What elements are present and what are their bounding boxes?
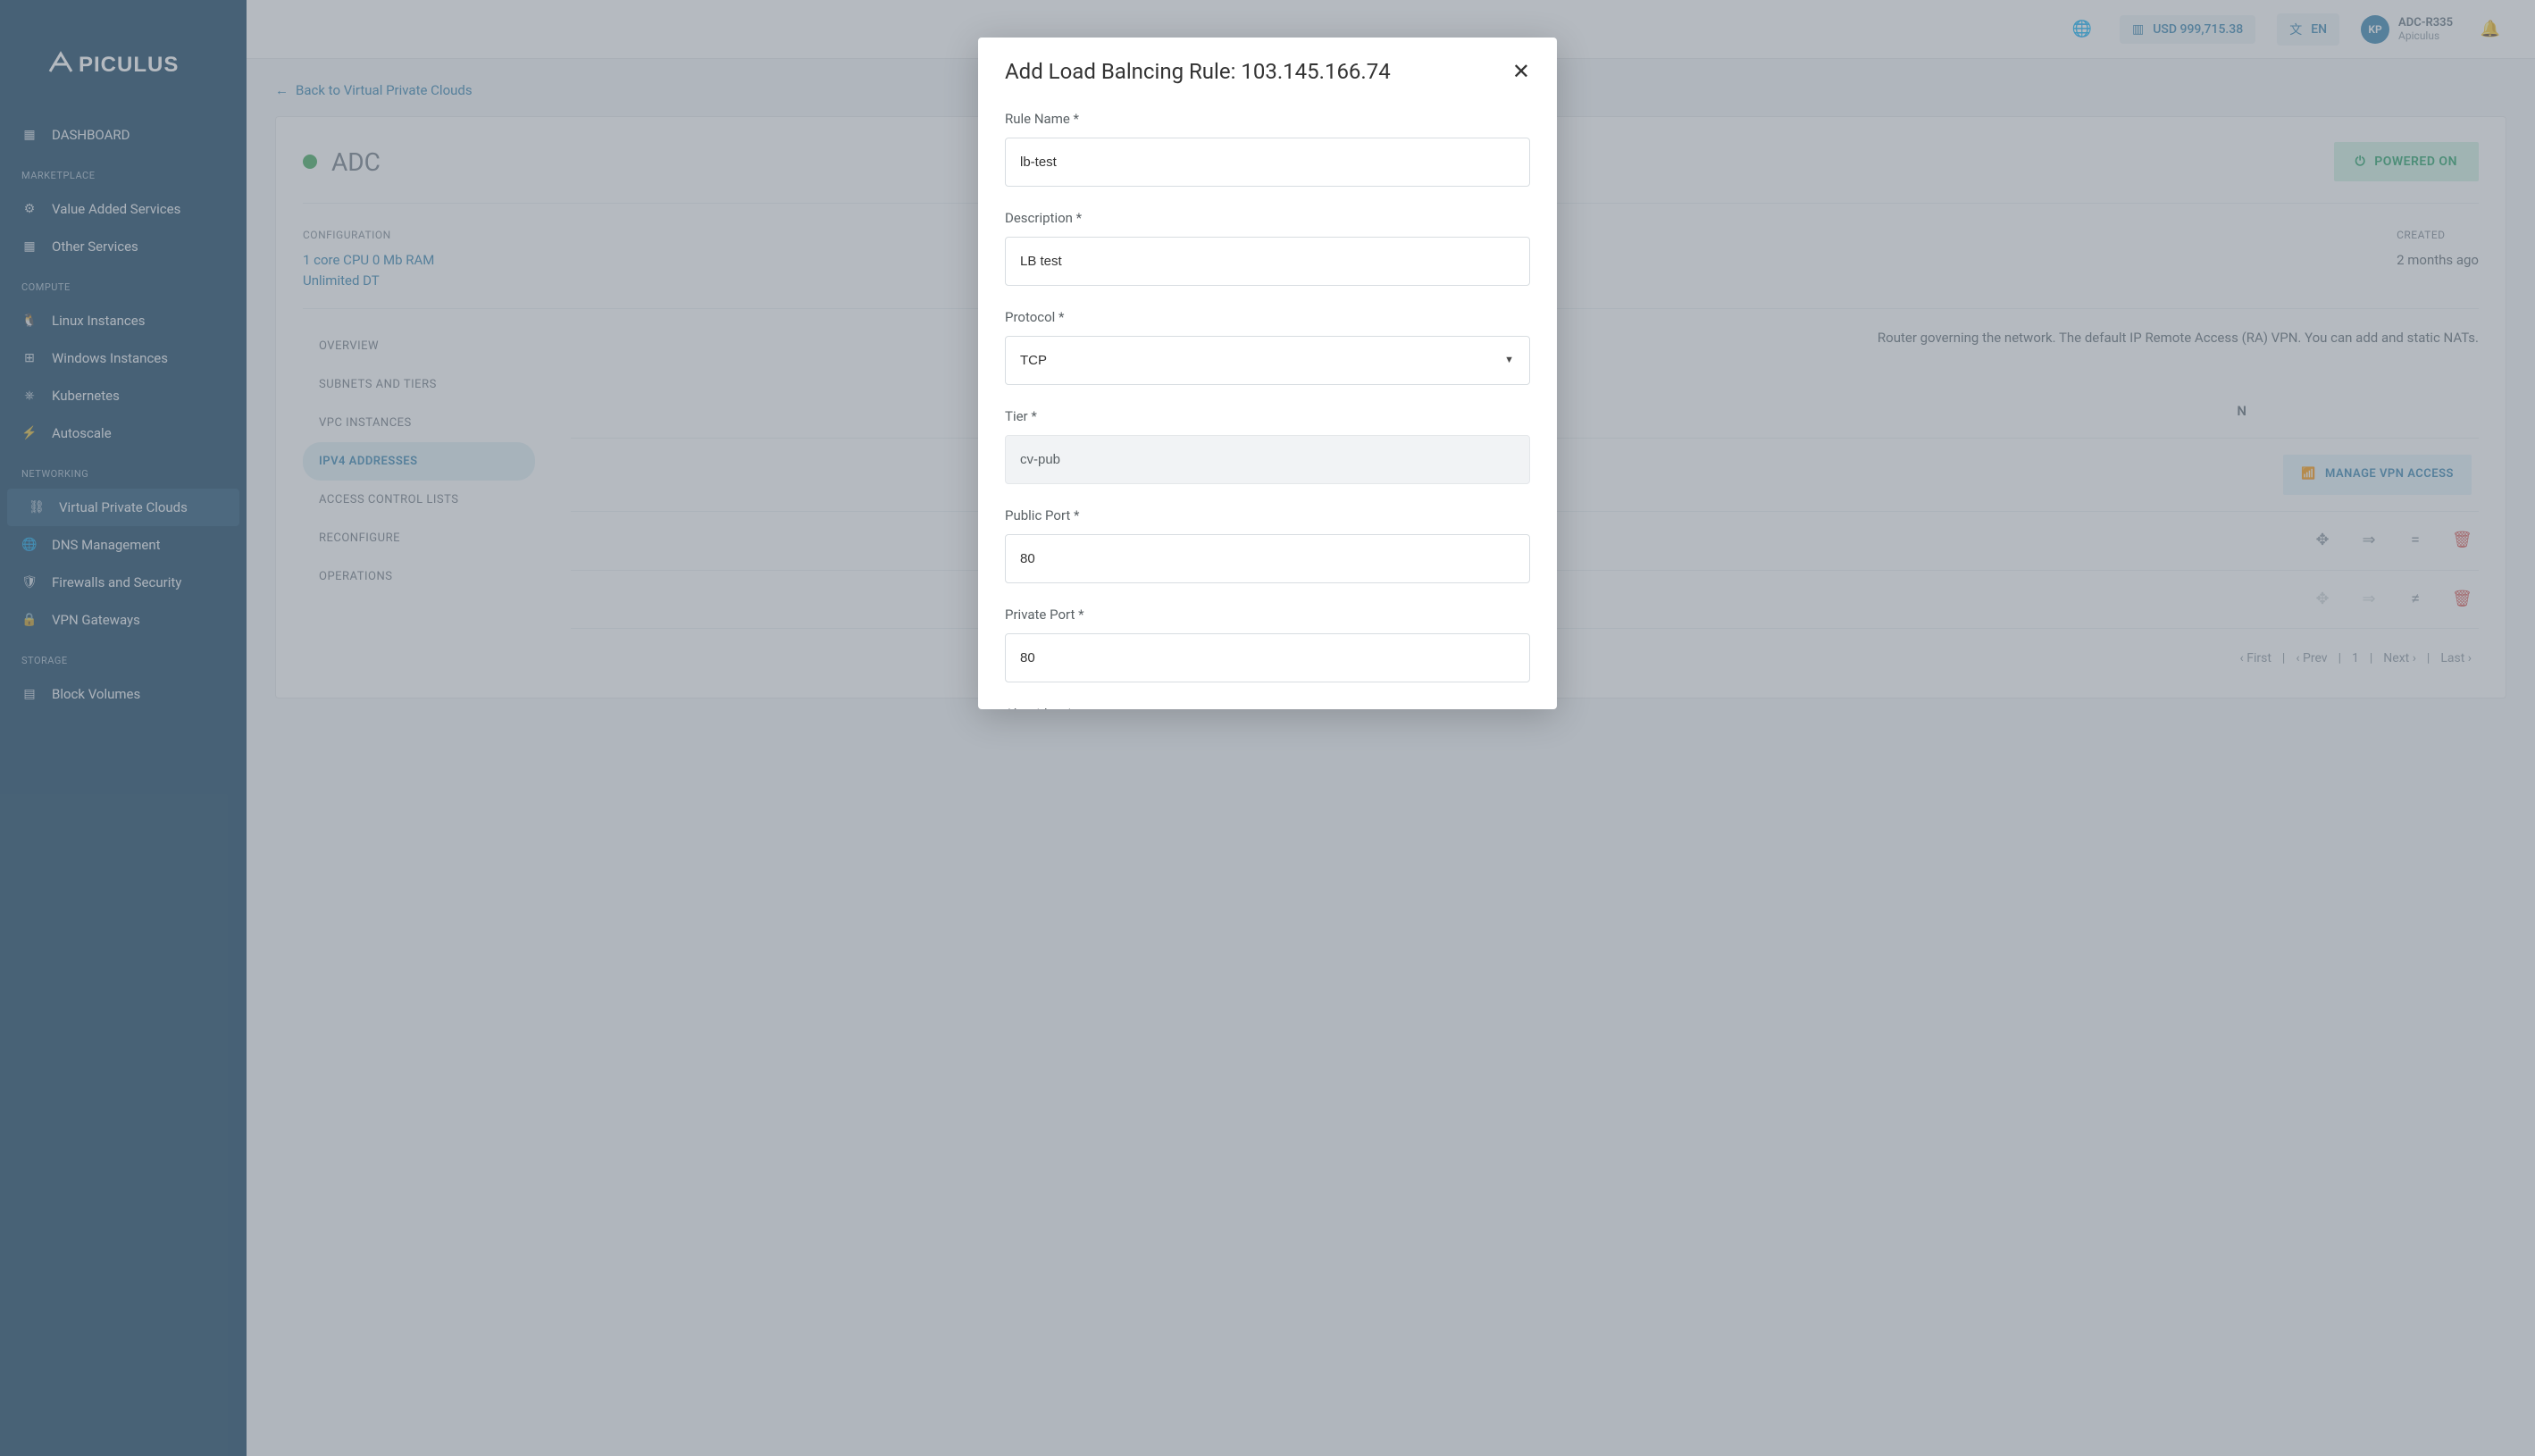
protocol-select[interactable] (1005, 336, 1530, 385)
label-description: Description * (1005, 210, 1530, 226)
tier-input (1005, 435, 1530, 484)
label-private-port: Private Port * (1005, 607, 1530, 623)
modal-title: Add Load Balncing Rule: 103.145.166.74 (1005, 59, 1391, 84)
label-protocol: Protocol * (1005, 309, 1530, 325)
close-icon[interactable]: ✕ (1512, 59, 1530, 84)
label-rule-name: Rule Name * (1005, 111, 1530, 127)
public-port-input[interactable] (1005, 534, 1530, 583)
rule-name-input[interactable] (1005, 138, 1530, 187)
add-lb-rule-modal: Add Load Balncing Rule: 103.145.166.74 ✕… (978, 38, 1557, 709)
private-port-input[interactable] (1005, 633, 1530, 682)
label-public-port: Public Port * (1005, 507, 1530, 523)
description-input[interactable] (1005, 237, 1530, 286)
label-tier: Tier * (1005, 408, 1530, 424)
label-algorithm: Algorithm * (1005, 706, 1530, 709)
